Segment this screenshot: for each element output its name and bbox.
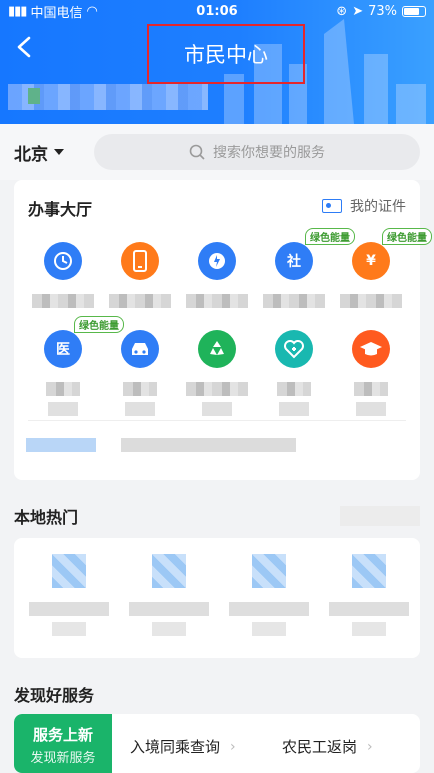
social-security-icon: 社 绿色能量 bbox=[275, 228, 355, 280]
id-card-icon bbox=[322, 199, 342, 213]
health-icon bbox=[275, 330, 313, 368]
header-bar: ▮▮▮ 中国电信 ◠ 01:06 ⊛ ➤ 73% 市民中心 bbox=[0, 0, 434, 124]
promo-line2: 发现新服务 bbox=[30, 751, 96, 766]
local-hot-icon bbox=[252, 554, 286, 588]
service-label-blurred bbox=[186, 294, 248, 308]
housing-fund-icon: ¥ 绿色能量 bbox=[352, 228, 432, 280]
user-info-blurred bbox=[8, 84, 208, 110]
service-item[interactable]: ¥ 绿色能量 bbox=[331, 228, 432, 308]
local-hot-right-blurred[interactable] bbox=[340, 506, 420, 526]
service-label-blurred bbox=[46, 382, 80, 396]
local-hot-label-blurred bbox=[29, 602, 109, 616]
chevron-right-icon: › bbox=[367, 738, 373, 755]
local-hot-label-blurred bbox=[152, 622, 186, 636]
my-certificates-label: 我的证件 bbox=[350, 199, 406, 215]
green-energy-badge: 绿色能量 bbox=[382, 228, 432, 245]
search-placeholder: 搜索你想要的服务 bbox=[213, 145, 325, 161]
local-hot-label-blurred bbox=[252, 622, 286, 636]
discover-item-label: 农民工返岗 bbox=[282, 738, 358, 756]
local-hot-label-blurred bbox=[329, 602, 409, 616]
status-time: 01:06 bbox=[196, 3, 238, 19]
service-label-blurred bbox=[186, 382, 248, 396]
service-item[interactable] bbox=[177, 242, 257, 308]
service-item[interactable]: 医 绿色能量 bbox=[23, 316, 124, 416]
local-hot-card bbox=[14, 538, 420, 658]
my-certificates-link[interactable]: 我的证件 bbox=[322, 196, 406, 216]
social-security-glyph: 社 bbox=[287, 254, 301, 270]
caret-down-icon bbox=[54, 149, 64, 155]
new-services-promo[interactable]: 服务上新 发现新服务 bbox=[14, 714, 112, 773]
service-hall-card: 办事大厅 我的证件 社 绿色能量 ¥ 绿色能量 医 绿色能量 bbox=[14, 180, 432, 480]
service-label-blurred bbox=[356, 402, 386, 416]
medical-glyph: 医 bbox=[56, 342, 70, 358]
service-item[interactable] bbox=[331, 330, 411, 416]
page-title: 市民中心 bbox=[184, 43, 268, 67]
local-hot-icon bbox=[52, 554, 86, 588]
service-item[interactable] bbox=[100, 330, 180, 416]
local-hot-label-blurred bbox=[352, 622, 386, 636]
service-label-blurred bbox=[340, 294, 402, 308]
medical-icon: 医 绿色能量 bbox=[44, 316, 124, 368]
discover-title: 发现好服务 bbox=[14, 686, 95, 705]
service-item[interactable] bbox=[100, 242, 180, 308]
service-label-blurred bbox=[354, 382, 388, 396]
service-label-blurred bbox=[202, 402, 232, 416]
service-label-blurred bbox=[279, 402, 309, 416]
service-item[interactable] bbox=[177, 330, 257, 416]
promo-line1: 服务上新 bbox=[32, 726, 93, 744]
city-selector[interactable]: 北京 bbox=[14, 140, 94, 165]
discover-item[interactable]: 农民工返岗 › bbox=[282, 736, 373, 757]
phone-icon bbox=[121, 242, 159, 280]
local-hot-label-blurred bbox=[229, 602, 309, 616]
local-hot-icon bbox=[152, 554, 186, 588]
local-hot-item[interactable] bbox=[224, 554, 314, 636]
city-label: 北京 bbox=[14, 144, 48, 165]
chevron-right-icon: › bbox=[230, 738, 236, 755]
hall-footer-blurred[interactable] bbox=[26, 438, 296, 452]
discover-item-label: 入境同乘查询 bbox=[130, 738, 221, 756]
back-arrow-icon[interactable] bbox=[14, 36, 36, 58]
local-hot-item[interactable] bbox=[24, 554, 114, 636]
discover-item[interactable]: 入境同乘查询 › bbox=[130, 736, 236, 757]
local-hot-item[interactable] bbox=[324, 554, 414, 636]
service-label-blurred bbox=[263, 294, 325, 308]
service-label-blurred bbox=[109, 294, 171, 308]
education-icon bbox=[352, 330, 390, 368]
search-icon bbox=[189, 144, 205, 160]
title-highlight-box: 市民中心 bbox=[147, 24, 305, 84]
local-hot-label-blurred bbox=[52, 622, 86, 636]
clock-icon bbox=[44, 242, 82, 280]
battery-icon bbox=[402, 5, 426, 17]
car-icon bbox=[121, 330, 159, 368]
service-item[interactable] bbox=[23, 242, 103, 308]
housing-fund-glyph: ¥ bbox=[366, 253, 376, 269]
discover-card: 服务上新 发现新服务 入境同乘查询 › 农民工返岗 › bbox=[14, 714, 420, 773]
service-label-blurred bbox=[125, 402, 155, 416]
service-hall-title: 办事大厅 bbox=[28, 200, 93, 219]
local-hot-label-blurred bbox=[129, 602, 209, 616]
local-hot-item[interactable] bbox=[124, 554, 214, 636]
status-bar: ▮▮▮ 中国电信 ◠ 01:06 ⊛ ➤ 73% bbox=[0, 0, 434, 22]
search-input[interactable]: 搜索你想要的服务 bbox=[94, 134, 420, 170]
recycle-icon bbox=[198, 330, 236, 368]
service-label-blurred bbox=[48, 402, 78, 416]
service-label-blurred bbox=[32, 294, 94, 308]
service-item[interactable] bbox=[254, 330, 334, 416]
local-hot-title: 本地热门 bbox=[14, 508, 79, 527]
divider bbox=[28, 420, 406, 421]
search-row: 北京 搜索你想要的服务 bbox=[0, 124, 434, 180]
fire-icon bbox=[198, 242, 236, 280]
service-label-blurred bbox=[277, 382, 311, 396]
service-label-blurred bbox=[123, 382, 157, 396]
local-hot-icon bbox=[352, 554, 386, 588]
service-item[interactable]: 社 绿色能量 bbox=[254, 228, 355, 308]
